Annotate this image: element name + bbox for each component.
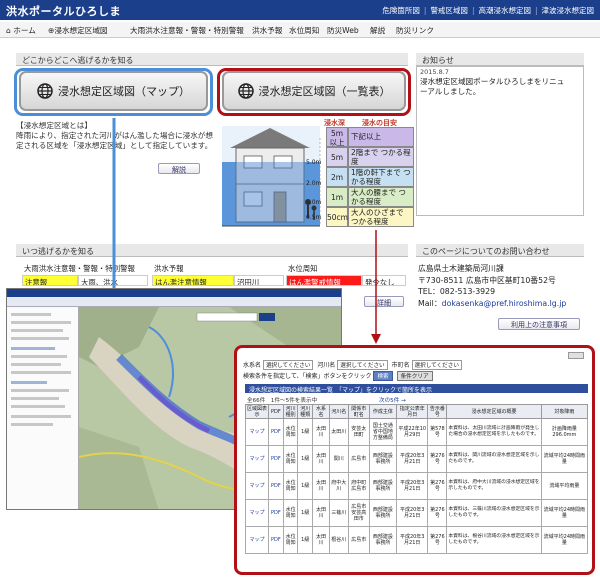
table-header-row: 区域図表示 PDF 河川種別 河川種類 水系名 河川名 関係市町名 作成主体 指… <box>244 404 589 419</box>
municipality-select[interactable]: 選択してください <box>411 360 462 370</box>
th-river-class: 河川種類 <box>297 404 314 419</box>
table-cell: 太田川 <box>312 499 330 527</box>
table-cell: 1級 <box>297 445 314 473</box>
results-count: 全66件 1件～5件を表示中 次の5件 → <box>247 398 406 404</box>
table-cell: 流域平均24時間雨量 <box>540 499 589 527</box>
results-title: 浸水想定区域図の検索結果一覧 「マップ」をクリックで箇所を表示 <box>245 384 588 394</box>
table-cell: 本資料は、根谷川流域の浸水想定区域を示したものです。 <box>446 526 542 554</box>
th-system: 水系名 <box>312 404 330 419</box>
table-cell: 西部建設事務所 <box>368 526 397 554</box>
table-cell: 本資料は、三篠川流域の浸水想定区域を示したものです。 <box>446 499 542 527</box>
table-cell: 水位周知 <box>282 499 299 527</box>
th-river: 河川名 <box>328 404 349 419</box>
results-table: 区域図表示 PDF 河川種別 河川種類 水系名 河川名 関係市町名 作成主体 指… <box>244 404 589 554</box>
table-cell: 水位周知 <box>282 526 299 554</box>
table-cell: 本資料は、太田川流域に計画降雨が発生した場合の浸水想定区域を示したものです。 <box>446 418 542 446</box>
map-link[interactable]: マップ <box>244 526 270 554</box>
th-author: 作成主体 <box>368 404 397 419</box>
map-link[interactable]: マップ <box>244 472 270 500</box>
table-cell: 太田川 <box>312 418 330 446</box>
th-river-type: 河川種別 <box>282 404 299 419</box>
table-cell: 太田川 <box>312 526 330 554</box>
table-cell: 流域平均24時間雨量 <box>540 445 589 473</box>
table-cell: 1級 <box>297 418 314 446</box>
table-cell: 関川 <box>328 445 349 473</box>
table-cell: 流域平均24時間雨量 <box>540 526 589 554</box>
table-row: マップ PDF 水位周知 1級 太田川 三篠川 広島市 安芸高田市 西部建設事務所 平成20年3… <box>244 499 589 527</box>
table-row: マップ PDF 水位周知 1級 太田川 太田川 安芸太田町 国土交通省中国地方整備局 平成22年… <box>244 418 589 446</box>
table-cell: 平成22年10月29日 <box>395 418 429 446</box>
table-cell: 府中町 広島市 <box>347 472 370 500</box>
table-cell: 西部建設事務所 <box>368 445 397 473</box>
pdf-link[interactable]: PDF <box>268 445 284 473</box>
table-cell: 平成20年3月21日 <box>395 526 429 554</box>
table-cell: 水位周知 <box>282 418 299 446</box>
pdf-link[interactable]: PDF <box>268 499 284 527</box>
th-pdf: PDF <box>268 404 284 419</box>
pdf-link[interactable]: PDF <box>268 526 284 554</box>
table-cell: 第276号 <box>427 499 448 527</box>
table-cell: 本資料は、府中大川流域の浸水想定区域を示したものです。 <box>446 472 542 500</box>
search-instruction: 検索条件を指定して、「検索」ボタンをクリック <box>243 373 372 380</box>
table-cell: 本資料は、関川流域の浸水想定区域を示したものです。 <box>446 445 542 473</box>
table-cell: 太田川 <box>328 418 349 446</box>
th-notice: 告示番号 <box>427 404 448 419</box>
table-cell: 広島市 安芸高田市 <box>347 499 370 527</box>
table-cell: 1級 <box>297 499 314 527</box>
pdf-link[interactable]: PDF <box>268 418 284 446</box>
table-cell: 広島市 <box>347 526 370 554</box>
table-cell: 太田川 <box>312 472 330 500</box>
table-cell: 平成20年3月21日 <box>395 499 429 527</box>
table-cell: 水位周知 <box>282 472 299 500</box>
river-system-select[interactable]: 選択してください <box>262 360 314 370</box>
river-name-select[interactable]: 選択してください <box>337 360 388 370</box>
map-window-titlebar <box>7 289 341 297</box>
table-cell: 流域平均雨量 <box>540 472 589 500</box>
table-cell: 根谷川 <box>328 526 349 554</box>
table-cell: 国土交通省中国地方整備局 <box>368 418 397 446</box>
map-link[interactable]: マップ <box>244 445 270 473</box>
table-cell: 平成20年3月21日 <box>395 445 429 473</box>
table-cell: 1級 <box>297 526 314 554</box>
table-cell: 第276号 <box>427 445 448 473</box>
table-cell: 府中大川 <box>328 472 349 500</box>
map-window-toolbar <box>7 297 341 307</box>
table-cell: 安芸太田町 <box>347 418 370 446</box>
table-cell: 西部建設事務所 <box>368 499 397 527</box>
th-summary: 浸水想定区域の概要 <box>446 404 542 419</box>
table-cell: 水位周知 <box>282 445 299 473</box>
search-button[interactable]: 検索 <box>373 371 393 381</box>
table-cell: 三篠川 <box>328 499 349 527</box>
table-cell: 計画降雨量296.0mm <box>540 418 589 446</box>
pdf-link[interactable]: PDF <box>268 472 284 500</box>
th-date: 指定公表年月日 <box>395 404 429 419</box>
table-cell: 平成20年3月21日 <box>395 472 429 500</box>
table-row: マップ PDF 水位周知 1級 太田川 根谷川 広島市 西部建設事務所 平成20年3月21日 第2… <box>244 526 589 554</box>
table-cell: 西部建設事務所 <box>368 472 397 500</box>
table-cell: 第578号 <box>427 418 448 446</box>
results-body: マップ PDF 水位周知 1級 太田川 太田川 安芸太田町 国土交通省中国地方整備局 平成22年… <box>244 418 589 554</box>
table-cell: 第276号 <box>427 526 448 554</box>
table-row: マップ PDF 水位周知 1級 太田川 府中大川 府中町 広島市 西部建設事務所 平成20年3月… <box>244 472 589 500</box>
map-sidebar <box>7 307 79 509</box>
close-icon[interactable] <box>568 352 584 359</box>
filter-row: 水系名 選択してください 河川名 選択してください 市町名 選択してください <box>243 360 464 370</box>
th-display: 区域図表示 <box>244 404 270 419</box>
map-link[interactable]: マップ <box>244 499 270 527</box>
table-cell: 広島市 <box>347 445 370 473</box>
table-cell: 1級 <box>297 472 314 500</box>
clear-button[interactable]: 条件クリア <box>396 371 433 381</box>
table-cell: 太田川 <box>312 445 330 473</box>
list-screenshot: 水系名 選択してください 河川名 選択してください 市町名 選択してください 検… <box>234 345 595 575</box>
th-city: 関係市町名 <box>347 404 370 419</box>
th-rain: 対象降雨 <box>540 404 589 419</box>
map-link[interactable]: マップ <box>244 418 270 446</box>
table-row: マップ PDF 水位周知 1級 太田川 関川 広島市 西部建設事務所 平成20年3月21日 第27… <box>244 445 589 473</box>
filter-row-2: 検索条件を指定して、「検索」ボタンをクリック 検索 条件クリア <box>243 371 435 381</box>
table-cell: 第276号 <box>427 472 448 500</box>
